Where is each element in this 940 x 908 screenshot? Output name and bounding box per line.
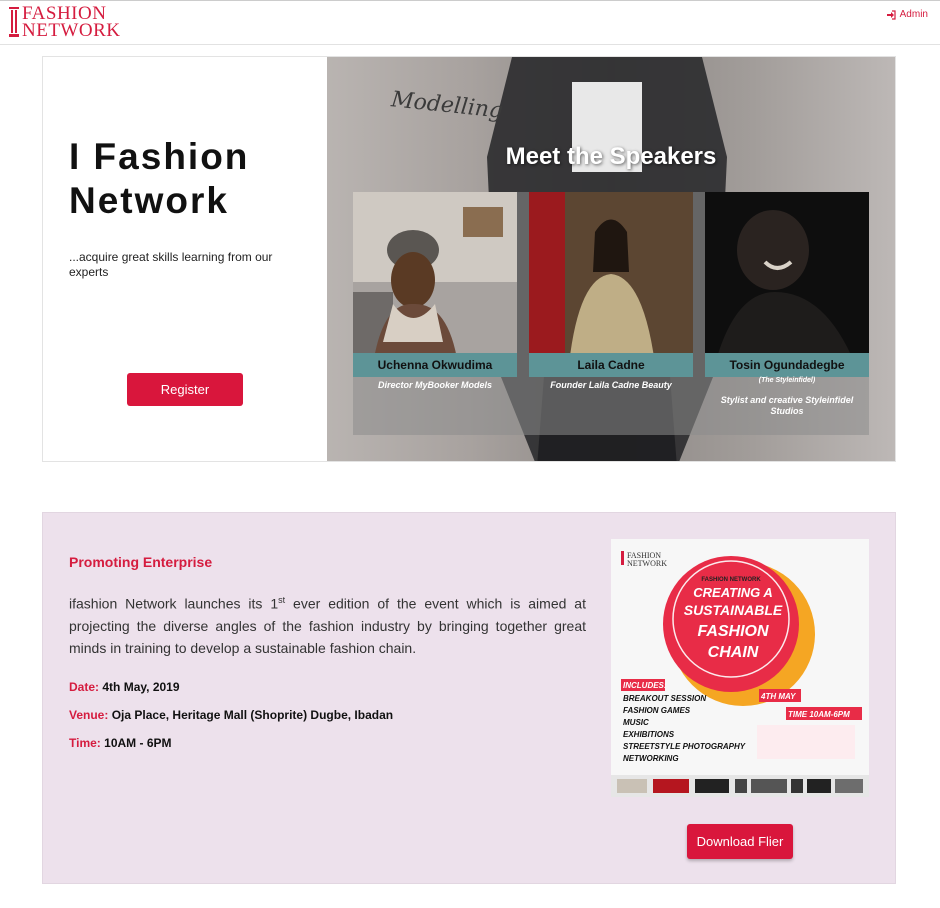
speaker-name: Tosin Ogundadegbe (705, 353, 869, 377)
svg-text:CREATING A: CREATING A (693, 585, 772, 600)
svg-text:CHAIN: CHAIN (708, 644, 759, 661)
admin-label: Admin (899, 9, 928, 20)
svg-text:NETWORKING: NETWORKING (623, 754, 679, 763)
venue-value: Oja Place, Heritage Mall (Shoprite) Dugb… (111, 708, 394, 722)
svg-text:MUSIC: MUSIC (623, 718, 649, 727)
event-heading: Promoting Enterprise (69, 554, 213, 570)
pillar-logo-icon (9, 7, 19, 37)
register-button[interactable]: Register (127, 373, 243, 406)
svg-text:INCLUDES:: INCLUDES: (623, 681, 667, 690)
speaker-role: Director MyBooker Models (377, 380, 493, 390)
svg-text:STREETSTYLE PHOTOGRAPHY: STREETSTYLE PHOTOGRAPHY (623, 742, 746, 751)
svg-text:EXHIBITIONS: EXHIBITIONS (623, 730, 675, 739)
speaker-photo (529, 192, 693, 364)
top-navbar: FASHION NETWORK Admin (0, 0, 940, 45)
svg-text:TIME 10AM-6PM: TIME 10AM-6PM (788, 710, 850, 719)
speaker-name: Laila Cadne (529, 353, 693, 377)
event-section: Promoting Enterprise ifashion Network la… (42, 512, 896, 884)
venue-label: Venue: (69, 708, 109, 722)
speaker-card: Tosin Ogundadegbe (The Styleinfidel) Sty… (705, 192, 869, 435)
sign-in-icon (886, 9, 896, 20)
event-time: Time: 10AM - 6PM (69, 736, 172, 750)
speaker-photo (705, 192, 869, 364)
time-value: 10AM - 6PM (104, 736, 172, 750)
speaker-tag: (The Styleinfidel) (758, 377, 816, 384)
speaker-name: Uchenna Okwudima (353, 353, 517, 377)
hero-title: I Fashion Network (69, 136, 250, 221)
svg-text:FASHION GAMES: FASHION GAMES (623, 706, 691, 715)
fashion-network-logo[interactable]: FASHION NETWORK (8, 4, 132, 41)
hero-subtitle: ...acquire great skills learning from ou… (69, 250, 273, 279)
event-venue: Venue: Oja Place, Heritage Mall (Shoprit… (69, 708, 393, 722)
hero-intro: I Fashion Network ...acquire great skill… (43, 57, 327, 461)
speaker-role: Founder Laila Cadne Beauty (550, 380, 672, 390)
svg-text:NETWORK: NETWORK (627, 559, 667, 568)
svg-text:BREAKOUT SESSION: BREAKOUT SESSION (623, 694, 706, 703)
speaker-photo (353, 192, 517, 364)
event-flier-image[interactable]: FASHION NETWORK FASHION NETWORK CREATING… (611, 539, 869, 797)
hero-card: I Fashion Network ...acquire great skill… (42, 56, 896, 462)
event-description: ifashion Network launches its 1st ever e… (69, 595, 586, 656)
logo-text-network: NETWORK (22, 20, 121, 41)
download-flier-button[interactable]: Download Flier (687, 824, 793, 859)
speaker-role: Stylist and creative Styleinfidel Studio… (720, 395, 854, 416)
svg-text:4TH MAY: 4TH MAY (760, 692, 796, 701)
meet-speakers-heading: Meet the Speakers (505, 143, 717, 170)
event-date: Date: 4th May, 2019 (69, 680, 180, 694)
svg-text:FASHION: FASHION (697, 623, 769, 640)
svg-text:FASHION NETWORK: FASHION NETWORK (701, 577, 761, 583)
date-value: 4th May, 2019 (102, 680, 180, 694)
admin-link[interactable]: Admin (886, 9, 928, 20)
speaker-card: Laila Cadne Founder Laila Cadne Beauty (529, 192, 693, 435)
speakers-panel: Uchenna Okwudima Director MyBooker Model… (353, 192, 869, 435)
speaker-card: Uchenna Okwudima Director MyBooker Model… (353, 192, 517, 435)
date-label: Date: (69, 680, 100, 694)
speakers-banner: Modelling Meet the Speakers Uchenna Okwu… (327, 57, 895, 461)
svg-text:SUSTAINABLE: SUSTAINABLE (684, 602, 783, 618)
time-label: Time: (69, 736, 101, 750)
